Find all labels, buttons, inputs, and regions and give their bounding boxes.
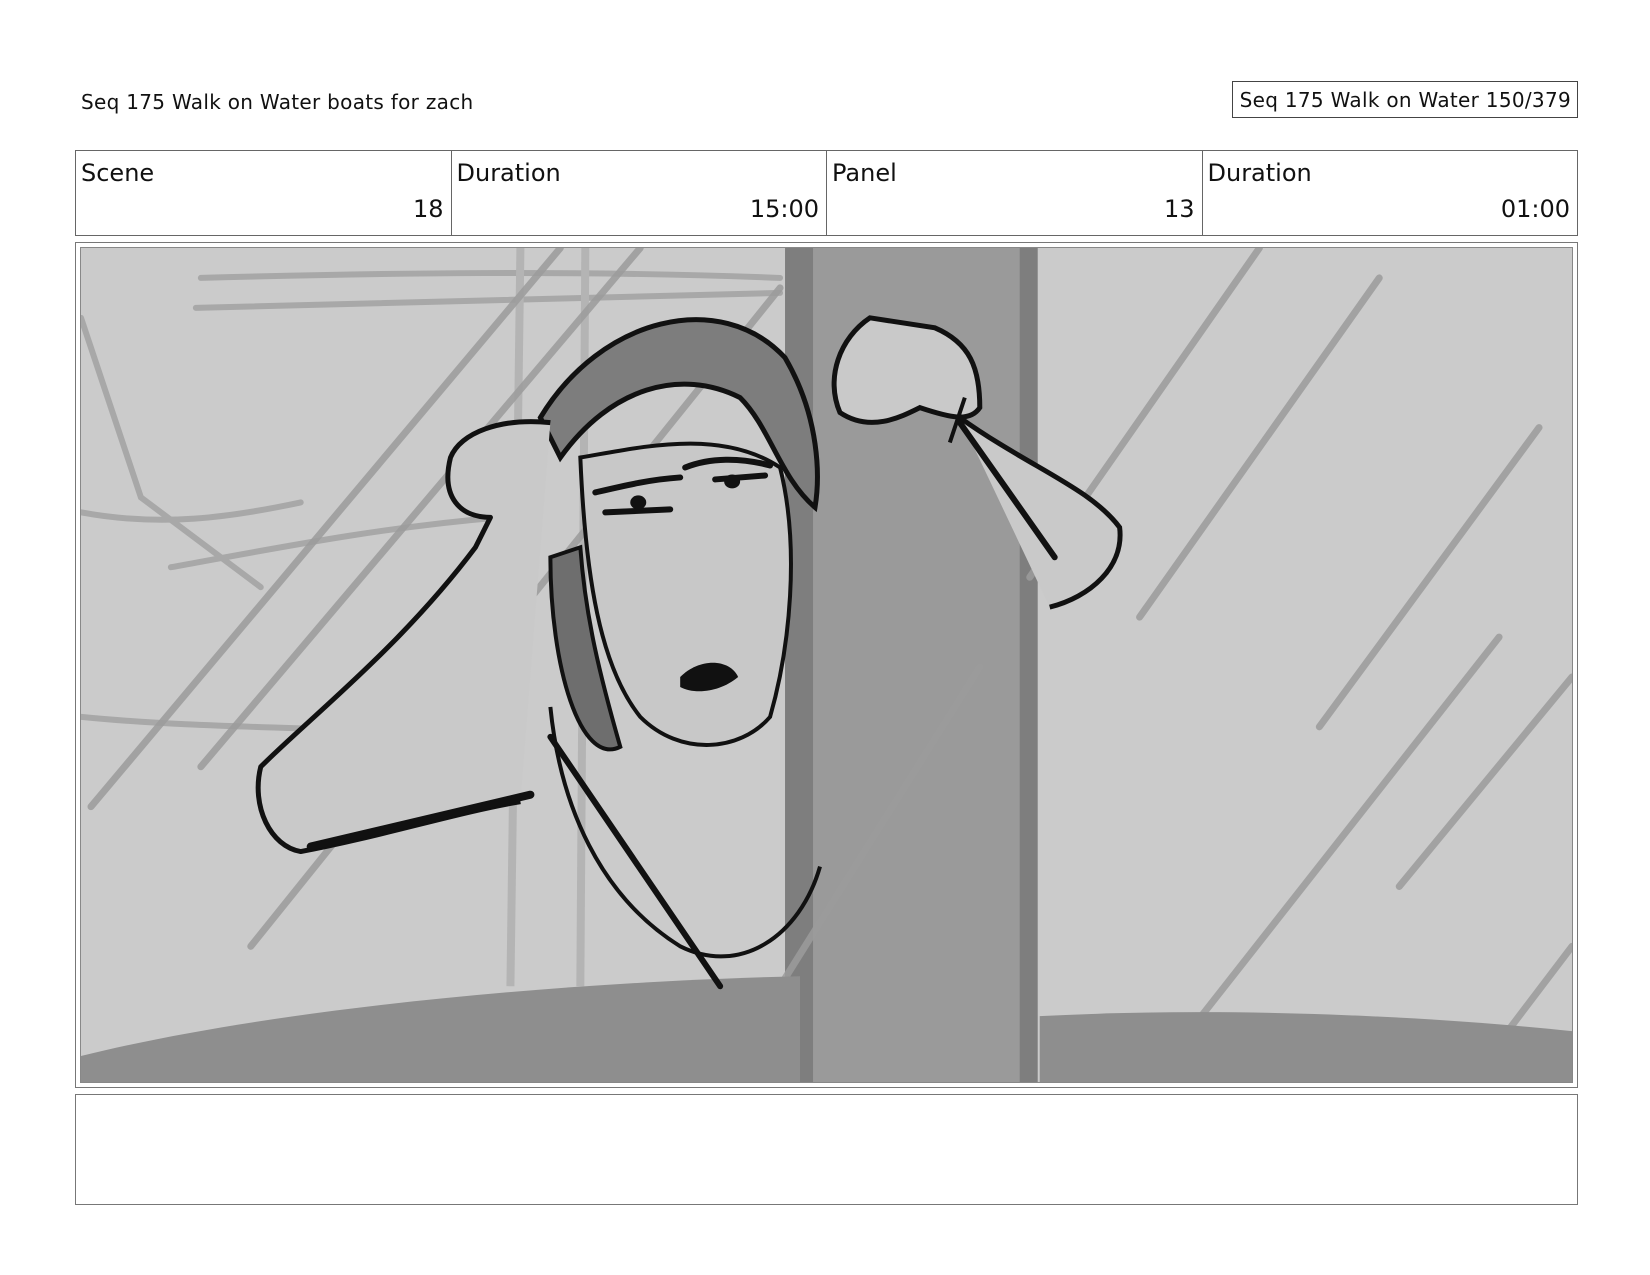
scene-duration-cell: Duration 15:00 — [452, 151, 827, 235]
page-counter: Seq 175 Walk on Water 150/379 — [1231, 81, 1578, 118]
panel-duration-cell: Duration 01:00 — [1203, 151, 1578, 235]
scene-duration-label: Duration — [456, 159, 561, 187]
storyboard-frame — [75, 242, 1578, 1088]
notes-box — [75, 1094, 1578, 1205]
panel-duration-value: 01:00 — [1500, 195, 1570, 223]
scene-duration-value: 15:00 — [749, 195, 819, 223]
scene-cell: Scene 18 — [76, 151, 452, 235]
scene-label: Scene — [81, 159, 155, 187]
panel-info-table: Scene 18 Duration 15:00 Panel 13 Duratio… — [75, 150, 1578, 236]
sequence-title: Seq 175 Walk on Water boats for zach — [81, 90, 474, 114]
scene-value: 18 — [412, 195, 444, 223]
panel-value: 13 — [1163, 195, 1195, 223]
panel-cell: Panel 13 — [827, 151, 1203, 235]
sketch-illustration — [81, 248, 1572, 1082]
panel-duration-label: Duration — [1207, 159, 1312, 187]
panel-label: Panel — [832, 159, 897, 187]
storyboard-drawing — [80, 247, 1573, 1083]
